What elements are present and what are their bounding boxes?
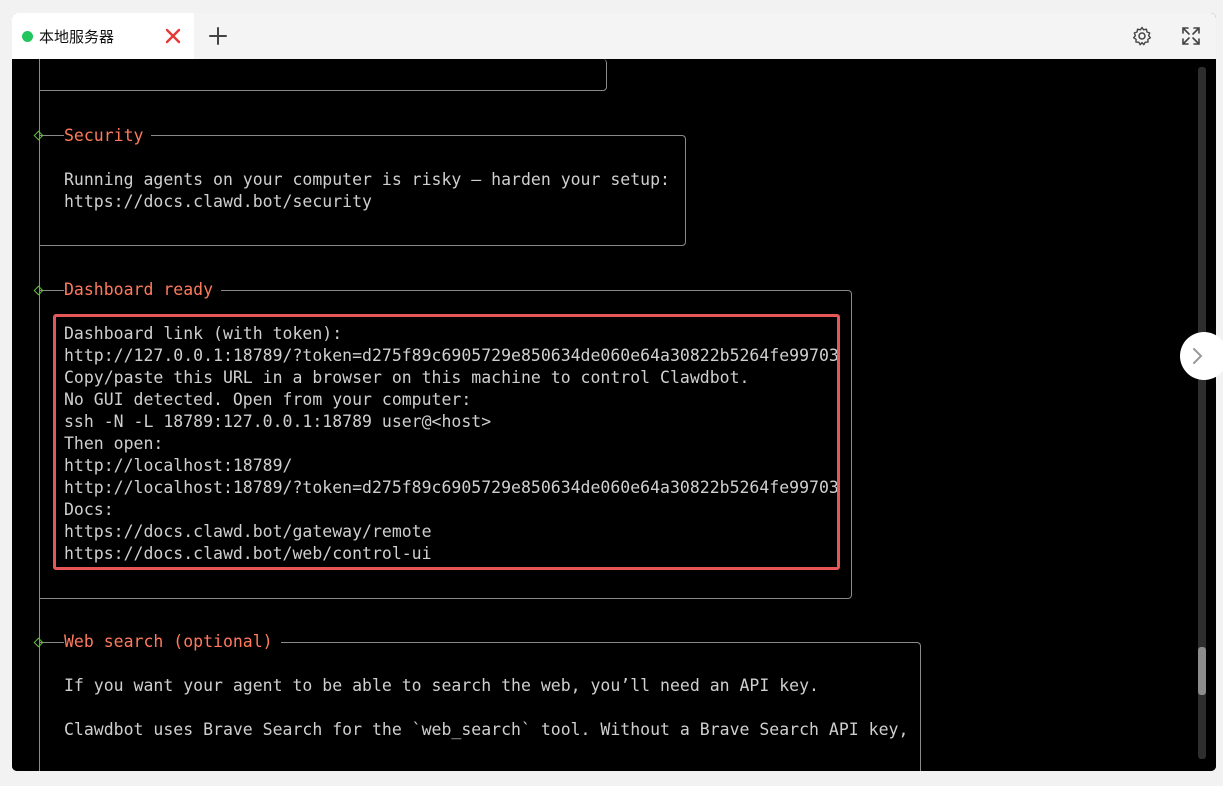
terminal-window: 本地服务器 Security Running agents on your co… bbox=[12, 13, 1216, 771]
tab-label: 本地服务器 bbox=[39, 27, 115, 46]
terminal-output[interactable]: Security Running agents on your computer… bbox=[12, 59, 1216, 771]
previous-section-box bbox=[40, 59, 607, 91]
security-line-2: https://docs.clawd.bot/security bbox=[64, 192, 372, 211]
expand-icon[interactable] bbox=[1180, 25, 1202, 47]
chevron-right-icon[interactable] bbox=[1180, 332, 1223, 380]
scrollbar-thumb[interactable] bbox=[1198, 647, 1206, 695]
security-line-1: Running agents on your computer is risky… bbox=[64, 170, 670, 189]
tab-local-server[interactable]: 本地服务器 bbox=[12, 13, 194, 59]
web-search-line-1: If you want your agent to be able to sea… bbox=[64, 676, 819, 695]
scrollbar[interactable] bbox=[1198, 67, 1206, 759]
dashboard-title: Dashboard ready bbox=[64, 279, 222, 301]
security-title: Security bbox=[64, 125, 152, 147]
web-search-line-3: Clawdbot uses Brave Search for the `web_… bbox=[64, 720, 909, 739]
web-search-box bbox=[40, 642, 921, 771]
web-search-title: Web search (optional) bbox=[64, 631, 281, 653]
plus-icon[interactable] bbox=[207, 25, 229, 47]
close-icon[interactable] bbox=[162, 25, 184, 47]
tab-bar: 本地服务器 bbox=[12, 13, 1216, 59]
status-dot bbox=[22, 30, 33, 42]
highlight-box bbox=[53, 314, 840, 570]
gear-icon[interactable] bbox=[1131, 25, 1153, 47]
